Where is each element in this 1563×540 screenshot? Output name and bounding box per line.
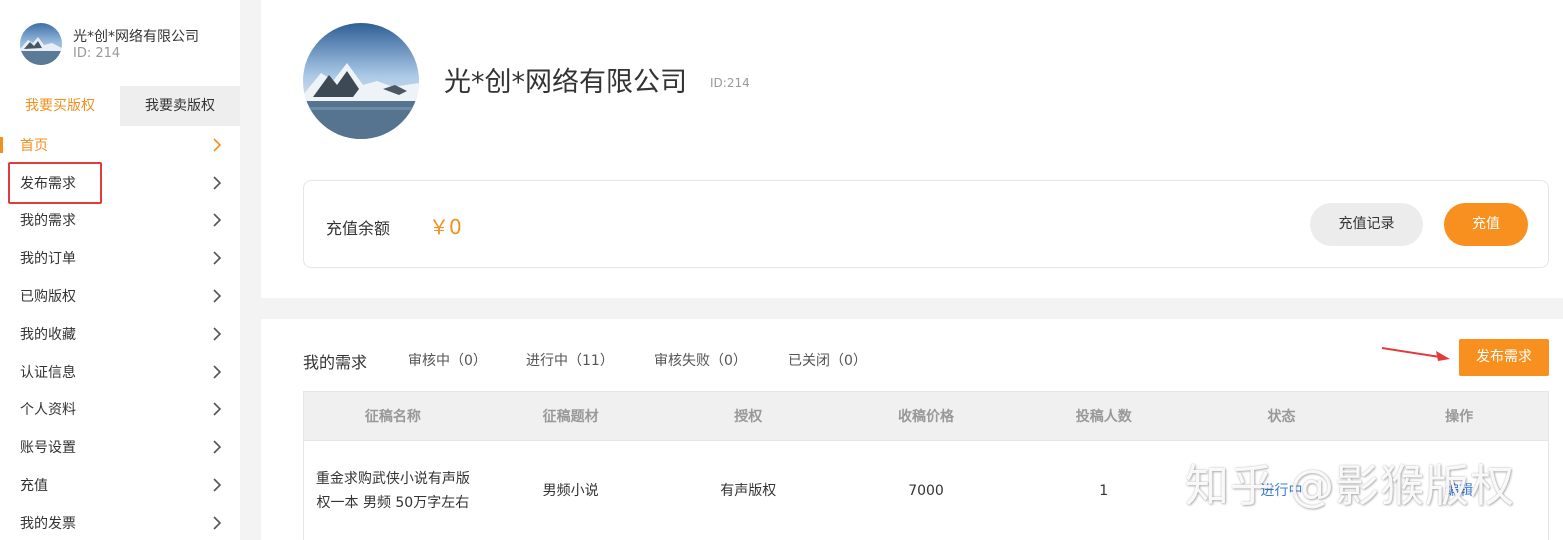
sidebar-item-favorites[interactable]: 我的收藏	[0, 315, 240, 353]
sidebar-item-label: 账号设置	[20, 440, 76, 457]
sidebar-item-label: 个人资料	[20, 402, 76, 419]
cell-genre: 男频小说	[542, 482, 599, 499]
filter-under-review[interactable]: 审核中（0）	[408, 350, 487, 370]
profile-card: 光*创*网络有限公司 ID:214 充值余额 ￥0 充值记录 充值	[261, 0, 1563, 298]
filter-review-failed[interactable]: 审核失败（0）	[654, 350, 747, 370]
tab-sell-copyright[interactable]: 我要卖版权	[120, 86, 240, 126]
chevron-right-icon	[213, 289, 222, 303]
user-name: 光*创*网络有限公司	[73, 29, 199, 45]
sidebar-item-home[interactable]: 首页	[0, 126, 240, 164]
column-header: 收稿价格	[898, 409, 955, 425]
highlight-box	[8, 162, 102, 204]
sidebar-item-label: 充值	[20, 478, 48, 495]
role-tabs: 我要买版权 我要卖版权	[0, 86, 240, 126]
chevron-right-icon	[213, 251, 222, 265]
chevron-right-icon	[213, 365, 222, 379]
sidebar-item-profile[interactable]: 个人资料	[0, 391, 240, 429]
chevron-right-icon	[213, 440, 222, 454]
sidebar-item-label: 我的需求	[20, 213, 76, 230]
avatar[interactable]	[20, 23, 62, 65]
sidebar-item-invoices[interactable]: 我的发票	[0, 504, 240, 540]
sidebar-item-label: 已购版权	[20, 289, 76, 306]
sidebar: 光*创*网络有限公司 ID: 214 我要买版权 我要卖版权 首页 发布需求 我…	[0, 0, 240, 540]
balance-box: 充值余额 ￥0 充值记录 充值	[303, 180, 1549, 268]
sidebar-item-my-orders[interactable]: 我的订单	[0, 239, 240, 277]
user-id: ID: 214	[73, 46, 121, 61]
sidebar-item-label: 认证信息	[20, 364, 76, 381]
sidebar-item-verification[interactable]: 认证信息	[0, 353, 240, 391]
balance-value: ￥0	[429, 215, 462, 239]
sidebar-item-label: 我的发票	[20, 515, 76, 532]
balance-label: 充值余额	[326, 219, 391, 238]
sidebar-item-recharge[interactable]: 充值	[0, 466, 240, 504]
sidebar-item-label: 我的订单	[20, 251, 76, 268]
company-name: 光*创*网络有限公司	[444, 67, 687, 98]
chevron-right-icon	[213, 516, 222, 530]
sidebar-item-label: 我的收藏	[20, 326, 76, 343]
sidebar-item-account-settings[interactable]: 账号设置	[0, 428, 240, 466]
column-header: 征稿题材	[542, 409, 599, 425]
watermark: 知乎 @影猴版权	[1185, 461, 1515, 512]
column-header: 投稿人数	[1075, 409, 1132, 425]
demands-title: 我的需求	[303, 353, 368, 372]
chevron-right-icon	[213, 213, 222, 228]
arrow-icon	[1381, 347, 1450, 361]
avatar[interactable]	[303, 23, 419, 139]
column-header: 状态	[1267, 409, 1296, 425]
publish-demand-button[interactable]: 发布需求	[1459, 339, 1549, 376]
sidebar-item-label: 首页	[20, 137, 48, 154]
chevron-right-icon	[213, 402, 222, 417]
cell-submitters: 1	[1099, 482, 1109, 499]
sidebar-item-purchased-copyrights[interactable]: 已购版权	[0, 277, 240, 315]
column-header: 征稿名称	[364, 409, 421, 425]
filter-closed[interactable]: 已关闭（0）	[788, 350, 867, 370]
table-header: 征稿名称 征稿题材 授权 收稿价格 投稿人数 状态 操作	[303, 391, 1549, 441]
column-header: 操作	[1445, 409, 1474, 425]
chevron-right-icon	[213, 327, 222, 341]
filter-in-progress[interactable]: 进行中（11）	[526, 350, 614, 370]
sidebar-item-my-demands[interactable]: 我的需求	[0, 202, 240, 240]
chevron-right-icon	[213, 138, 222, 152]
chevron-right-icon	[213, 478, 222, 492]
chevron-right-icon	[213, 176, 222, 190]
column-header: 授权	[734, 409, 763, 425]
user-info: 光*创*网络有限公司 ID: 214	[0, 0, 240, 86]
cell-price: 7000	[908, 482, 944, 499]
cell-name: 重金求购武侠小说有声版权一本 男频 50万字左右	[315, 470, 470, 511]
cell-license: 有声版权	[720, 482, 777, 499]
tab-buy-copyright[interactable]: 我要买版权	[0, 86, 120, 126]
recharge-record-button[interactable]: 充值记录	[1310, 203, 1423, 246]
recharge-button[interactable]: 充值	[1444, 203, 1528, 246]
company-id: ID:214	[710, 76, 750, 90]
